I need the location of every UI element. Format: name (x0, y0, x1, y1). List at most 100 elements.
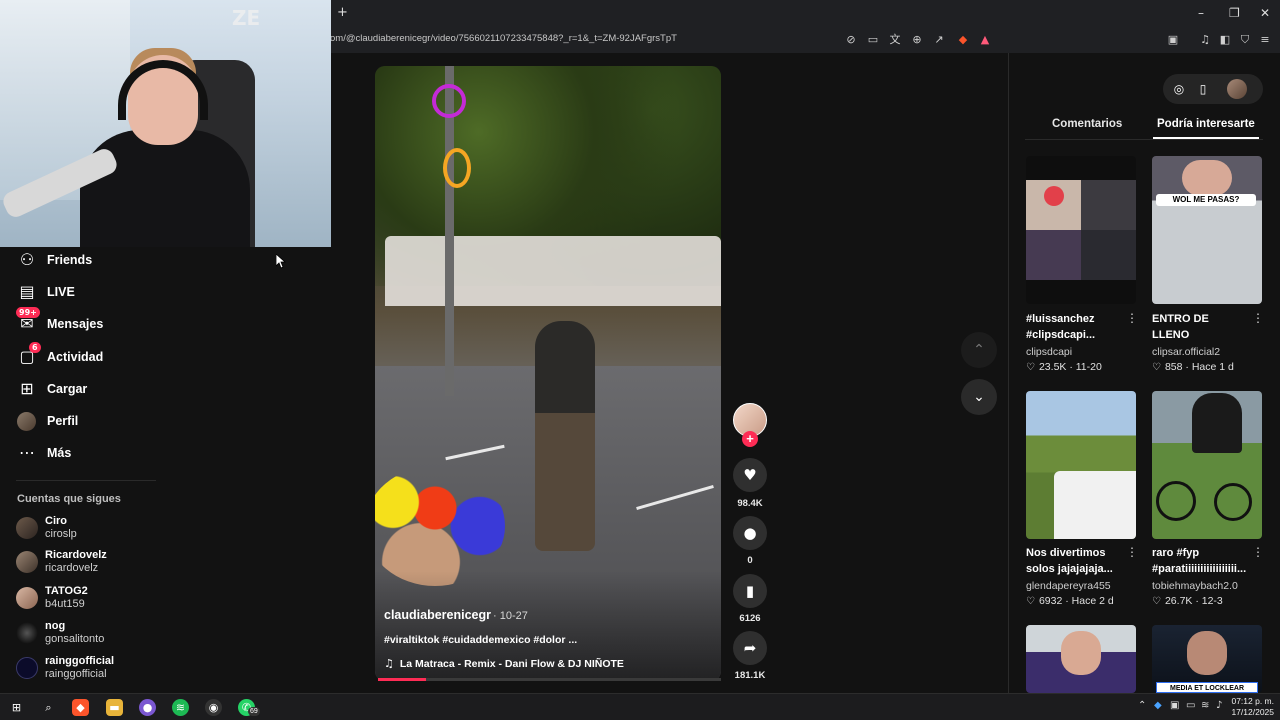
activity-badge: 6 (29, 342, 41, 353)
video-author[interactable]: claudiaberenicegr · 10-27 (384, 608, 528, 622)
friends-icon: ⚇ (19, 250, 35, 269)
split-view-icon[interactable]: ◧ (1218, 33, 1232, 47)
zoom-icon[interactable]: ⊕ (910, 33, 924, 47)
video-card-thumbnail[interactable]: MEDIA ET LOCKLEAR (1152, 625, 1262, 693)
video-card-title-text[interactable]: raro #fyp #paratiiiiiiiiiiiiiiiii... (1152, 545, 1248, 577)
menu-icon[interactable]: ≡ (1258, 33, 1272, 47)
video-card-thumbnail[interactable] (1026, 156, 1136, 304)
like-count: 98.4K (737, 498, 763, 509)
following-account-nog[interactable]: nog gonsalitonto (16, 618, 104, 648)
video-music[interactable]: ♫ La Matraca - Remix - Dani Flow & DJ NI… (384, 657, 624, 670)
tray-app-icon[interactable]: ◆ (1154, 700, 1162, 711)
tab-strip: + (330, 0, 1280, 27)
volume-icon[interactable]: ♪ (1216, 700, 1222, 711)
url-text[interactable]: om/@claudiaberenicegr/video/756602110723… (330, 33, 677, 44)
comment-button[interactable]: ● (733, 516, 767, 550)
save-count: 6126 (739, 613, 761, 624)
video-author-name[interactable]: claudiaberenicegr (384, 608, 491, 622)
sidebar-item-activity[interactable]: ▢ 6 Actividad (16, 342, 104, 369)
video-card-title[interactable]: #luissanchez #clipsdcapi... (1026, 311, 1126, 343)
sidebar-item-label: Actividad (47, 350, 104, 364)
video-card-title[interactable]: Nos divertimos solos jajajajaja... (1026, 545, 1126, 577)
app-icon[interactable]: ● (139, 699, 156, 716)
brave-rewards-icon[interactable]: ▲ (978, 33, 992, 47)
sidebar-item-profile[interactable]: Perfil (16, 409, 78, 433)
following-account-ricardovelz[interactable]: Ricardovelz ricardovelz (16, 547, 107, 577)
music-title[interactable]: La Matraca - Remix - Dani Flow & DJ NIÑO… (400, 658, 624, 670)
video-card-thumbnail[interactable] (1026, 625, 1136, 693)
video-card-thumbnail[interactable]: WOL ME PASAS? (1152, 156, 1262, 304)
phone-icon[interactable]: ▯ (1195, 81, 1211, 97)
video-card-author[interactable]: tobiehmaybach2.0 (1152, 580, 1238, 592)
following-account-ciro[interactable]: Ciro ciroslp (16, 513, 77, 543)
account-username: ricardovelz (45, 562, 99, 574)
windows-start-icon[interactable]: ⊞ (8, 699, 25, 716)
compass-icon[interactable]: ◎ (1171, 81, 1187, 97)
tabs-divider (1025, 139, 1263, 140)
sidebar-item-live[interactable]: ▤ LIVE (16, 280, 74, 304)
next-video-button[interactable]: ⌄ (961, 379, 997, 415)
follow-button[interactable]: + (742, 431, 758, 447)
more-options-icon[interactable]: ⋮ (1252, 545, 1264, 559)
media-icon[interactable]: ♫ (1198, 33, 1212, 47)
video-player[interactable]: claudiaberenicegr · 10-27 #viraltiktok #c… (375, 66, 721, 681)
reader-off-icon[interactable]: ⊘ (844, 33, 858, 47)
brave-browser-icon[interactable]: ◆ (72, 699, 89, 716)
file-explorer-icon[interactable]: ▬ (106, 699, 123, 716)
search-icon[interactable]: ⌕ (40, 699, 57, 716)
avatar (16, 587, 38, 609)
brave-shields-icon[interactable]: ◆ (956, 33, 970, 47)
previous-video-button[interactable]: ⌃ (961, 332, 997, 368)
video-card-author[interactable]: glendapereyra455 (1026, 580, 1111, 592)
vpn-icon[interactable]: ⛉ (1238, 33, 1252, 47)
address-bar[interactable]: om/@claudiaberenicegr/video/756602110723… (330, 28, 1280, 52)
sidebar-item-upload[interactable]: ⊞ Cargar (16, 377, 87, 401)
sidebar-item-messages[interactable]: ✉ 99+ Mensajes (16, 307, 103, 336)
video-card-title-text[interactable]: #luissanchez #clipsdcapi... (1026, 311, 1121, 343)
following-account-tatog2[interactable]: TATOG2 b4ut159 (16, 583, 88, 613)
share-icon[interactable]: ↗ (932, 33, 946, 47)
tray-chevron-icon[interactable]: ⌃ (1138, 700, 1146, 711)
share-button[interactable]: ➦ (733, 631, 767, 665)
more-options-icon[interactable]: ⋮ (1252, 311, 1264, 325)
sidebar-toggle-icon[interactable]: ▣ (1166, 33, 1180, 47)
tab-recommended[interactable]: Podría interesarte (1157, 118, 1255, 130)
wifi-icon[interactable]: ≋ (1201, 700, 1209, 711)
video-card-title-text[interactable]: ENTRO DE LLENO ZEKITO#kick... (1152, 311, 1248, 343)
video-description[interactable]: #viraltiktok #cuidaddemexico #dolor ... (384, 634, 577, 646)
clock[interactable]: 07:12 p. m. 17/12/2025 (1228, 696, 1274, 718)
close-window-button[interactable]: ✕ (1260, 6, 1270, 20)
video-card-title-text[interactable]: Nos divertimos solos jajajajaja... (1026, 545, 1121, 577)
user-avatar[interactable] (1227, 79, 1247, 99)
new-tab-button[interactable]: + (337, 5, 348, 20)
whatsapp-badge: 69 (248, 707, 260, 716)
minimize-button[interactable]: – (1198, 6, 1204, 20)
video-progress-bar[interactable] (378, 678, 721, 681)
video-card-title[interactable]: ENTRO DE LLENO ZEKITO#kick... (1152, 311, 1252, 343)
thumbnail-overlay-text: MEDIA ET LOCKLEAR (1156, 682, 1258, 693)
like-button[interactable]: ♥ (733, 458, 767, 492)
profile-avatar (17, 411, 36, 431)
webcam-overlay: ZE (0, 0, 331, 247)
sidebar-item-friends[interactable]: ⚇ Friends (16, 248, 92, 272)
sidebar-item-more[interactable]: ⋯ Más (16, 441, 71, 465)
tray-app-icon[interactable]: ▣ (1170, 700, 1179, 711)
video-card-author[interactable]: clipsar.official2 (1152, 346, 1220, 358)
video-card-thumbnail[interactable] (1026, 391, 1136, 539)
save-button[interactable]: ▮ (733, 574, 767, 608)
video-card-thumbnail[interactable] (1152, 391, 1262, 539)
webcam-logo: ZE (232, 6, 261, 30)
video-card-author[interactable]: clipsdcapi (1026, 346, 1072, 358)
cast-icon[interactable]: ▭ (866, 33, 880, 47)
more-options-icon[interactable]: ⋮ (1126, 311, 1138, 325)
translate-icon[interactable]: 文 (888, 33, 902, 47)
spotify-icon[interactable]: ≋ (172, 699, 189, 716)
network-icon[interactable]: ▭ (1186, 700, 1195, 711)
tab-comments[interactable]: Comentarios (1052, 118, 1122, 130)
restore-button[interactable]: ❐ (1229, 6, 1240, 20)
video-card-title[interactable]: raro #fyp #paratiiiiiiiiiiiiiiiii... (1152, 545, 1252, 577)
obs-icon[interactable]: ◉ (205, 699, 222, 716)
avatar (16, 622, 38, 644)
more-options-icon[interactable]: ⋮ (1126, 545, 1138, 559)
following-account-rainggofficial[interactable]: rainggofficial rainggofficial (16, 653, 114, 683)
